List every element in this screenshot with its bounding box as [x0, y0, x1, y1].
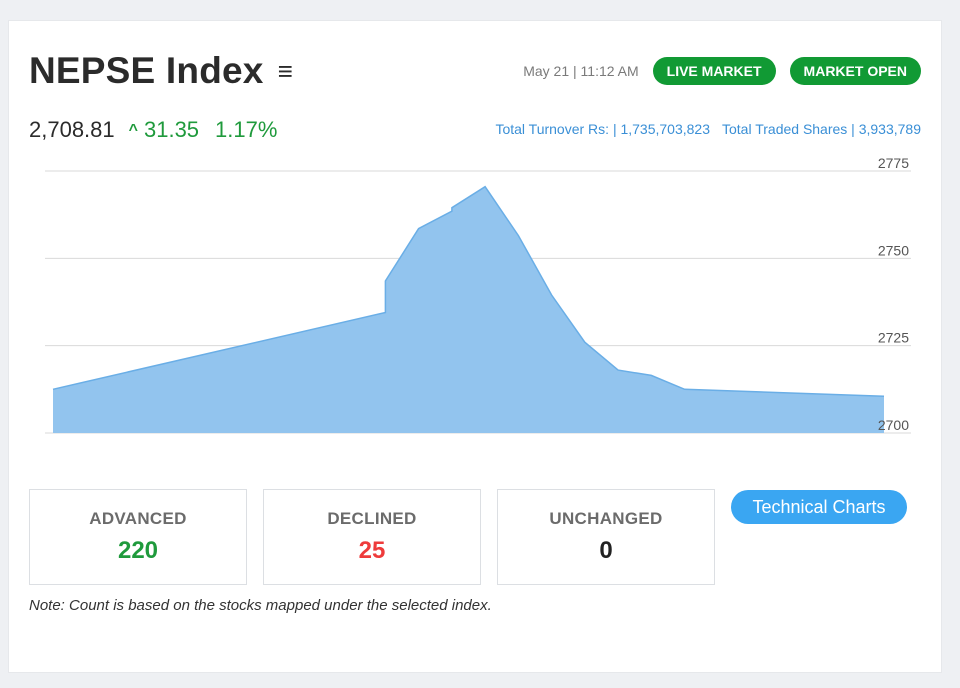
advanced-box: ADVANCED 220: [29, 489, 247, 585]
page-title: NEPSE Index: [29, 50, 264, 91]
count-note: Note: Count is based on the stocks mappe…: [29, 597, 492, 614]
data-point: [383, 279, 387, 283]
total-traded-shares-link[interactable]: Total Traded Shares | 3,933,789: [722, 121, 921, 137]
data-point: [550, 293, 554, 297]
data-point: [882, 394, 886, 398]
index-chart: 2775 2750 2725 2700: [9, 149, 943, 449]
data-point: [450, 209, 454, 213]
total-turnover-link[interactable]: Total Turnover Rs: | 1,735,703,823: [495, 121, 710, 137]
index-change-percent: 1.17%: [215, 117, 278, 142]
index-value: 2,708.81: [29, 117, 115, 142]
data-point: [417, 227, 421, 231]
data-point: [51, 387, 55, 391]
y-tick-label: 2700: [878, 417, 909, 433]
data-point: [583, 340, 587, 344]
declined-label: DECLINED: [327, 509, 417, 528]
index-stats: 2,708.81 ^ 31.35 1.17%: [29, 117, 277, 143]
turnover-info: Total Turnover Rs: | 1,735,703,823 Total…: [495, 121, 921, 137]
technical-charts-button[interactable]: Technical Charts: [731, 490, 907, 524]
market-status-bar: May 21 | 11:12 AM LIVE MARKET MARKET OPE…: [523, 57, 921, 85]
index-area-chart: 2775 2750 2725 2700: [45, 155, 911, 434]
menu-icon[interactable]: ≡: [278, 58, 293, 84]
title-row: NEPSE Index ≡: [29, 50, 293, 91]
index-change: 31.35: [143, 117, 200, 142]
data-point: [683, 387, 687, 391]
advanced-value: 220: [117, 537, 159, 564]
declined-box: DECLINED 25: [263, 489, 481, 585]
data-point: [516, 234, 520, 238]
y-tick-label: 2725: [878, 330, 909, 346]
unchanged-box: UNCHANGED 0: [497, 489, 715, 585]
data-point: [649, 373, 653, 377]
unchanged-value: 0: [599, 537, 613, 564]
nepse-index-card: NEPSE Index ≡ May 21 | 11:12 AM LIVE MAR…: [8, 20, 942, 673]
chevron-up-icon: ^: [128, 122, 138, 139]
market-breadth: ADVANCED 220 DECLINED 25 UNCHANGED 0: [29, 489, 715, 585]
y-tick-label: 2750: [878, 242, 909, 258]
data-point: [616, 368, 620, 372]
index-area-fill: [53, 186, 884, 433]
data-point: [383, 310, 387, 314]
datetime-text: May 21 | 11:12 AM: [523, 63, 639, 79]
declined-value: 25: [358, 537, 386, 564]
advanced-label: ADVANCED: [89, 509, 187, 528]
data-point: [450, 206, 454, 210]
data-point: [483, 185, 487, 189]
y-tick-label: 2775: [878, 155, 909, 171]
unchanged-label: UNCHANGED: [549, 509, 663, 528]
live-market-button[interactable]: LIVE MARKET: [652, 57, 776, 85]
market-open-badge: MARKET OPEN: [789, 57, 921, 85]
